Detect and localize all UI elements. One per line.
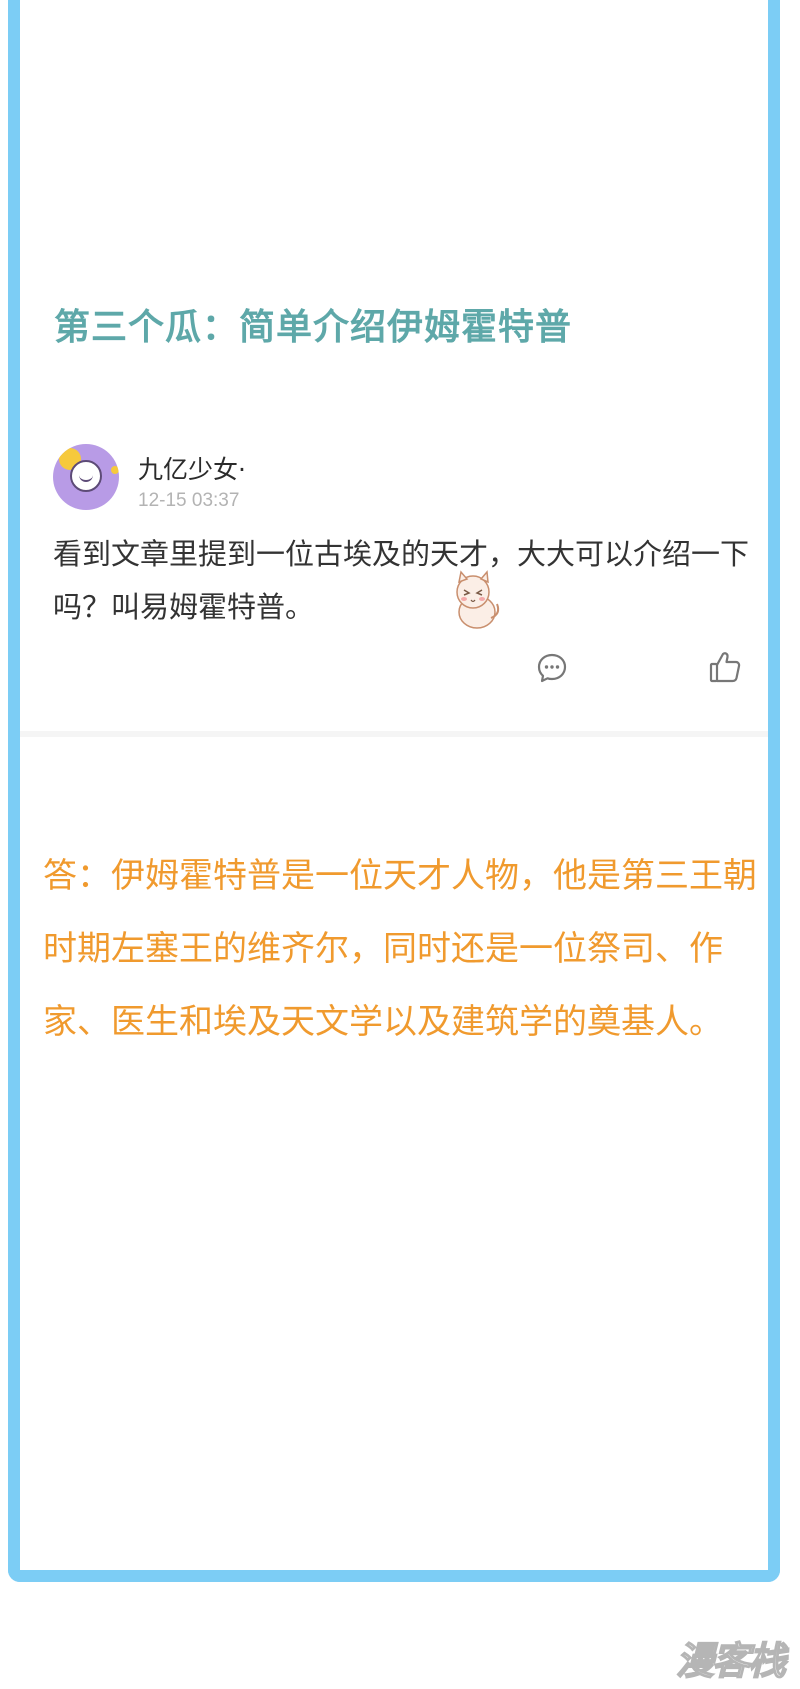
comment-username[interactable]: 九亿少女· (138, 450, 246, 486)
cat-sticker-icon (456, 570, 500, 629)
watermark-logo: 漫客栈 (675, 1638, 787, 1684)
section-title: 第三个瓜：简单介绍伊姆霍特普 (54, 307, 573, 348)
answer-text: 答：伊姆霍特普是一位天才人物，他是第三王朝时期左塞王的维齐尔，同时还是一位祭司、… (43, 856, 757, 1042)
comment-bubble-icon[interactable] (536, 652, 568, 684)
avatar-dot-decoration (111, 466, 119, 474)
thumbs-up-icon[interactable] (708, 650, 742, 684)
comment-timestamp: 12-15 03:37 (138, 490, 240, 511)
comment-divider (20, 731, 768, 737)
avatar[interactable] (53, 444, 119, 510)
comic-panel-frame (8, 0, 780, 1582)
comment-body: 看到文章里提到一位古埃及的天才，大大可以介绍一下吗？叫易姆霍特普。 (53, 537, 750, 624)
